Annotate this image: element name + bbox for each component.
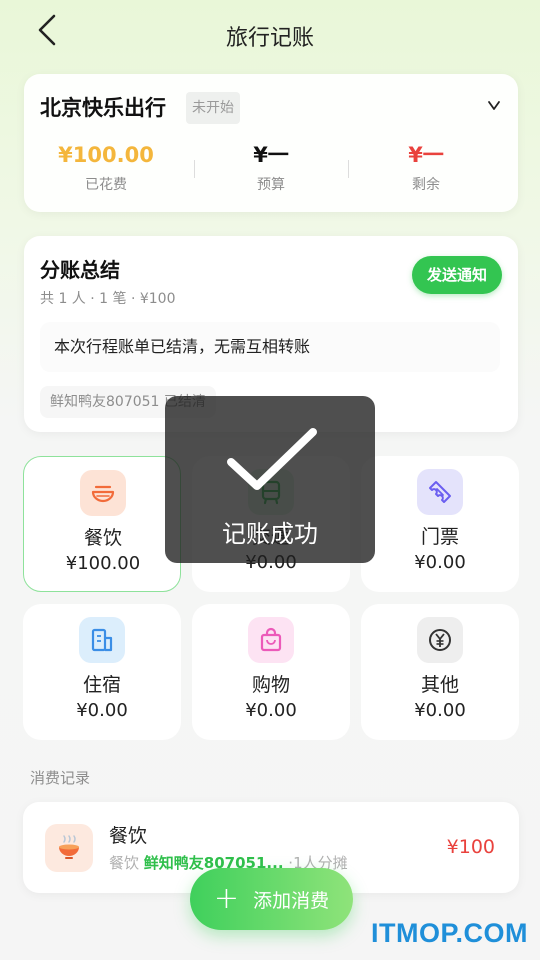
category-name: 住宿 bbox=[82, 674, 121, 696]
settlement-subtitle: 共 1 人 · 1 笔 · ¥100 bbox=[40, 291, 176, 307]
noodle-bowl-icon bbox=[91, 485, 115, 503]
category-amount: ¥100.00 bbox=[65, 553, 141, 574]
building-icon bbox=[91, 628, 113, 652]
records-section-label: 消费记录 bbox=[30, 769, 91, 787]
category-tile-other[interactable]: 其他 ¥0.00 bbox=[361, 604, 519, 740]
record-category: 餐饮 bbox=[109, 854, 140, 872]
record-amount: ¥100 bbox=[446, 836, 495, 858]
category-icon-bg bbox=[248, 617, 294, 663]
category-name: 门票 bbox=[420, 526, 459, 548]
stat-budget: ¥一 预算 bbox=[191, 140, 351, 194]
shopping-bag-icon bbox=[260, 627, 282, 652]
record-category-icon bbox=[45, 824, 93, 872]
category-tile-hotel[interactable]: 住宿 ¥0.00 bbox=[23, 604, 181, 740]
category-name: 其他 bbox=[420, 674, 459, 696]
settlement-title: 分账总结 bbox=[40, 258, 120, 282]
send-notification-button[interactable]: 发送通知 bbox=[412, 256, 502, 294]
site-watermark: ITMOP.COM bbox=[370, 918, 528, 948]
add-expense-button[interactable]: + 添加消费 bbox=[190, 868, 353, 930]
trip-status-badge: 未开始 bbox=[186, 92, 240, 124]
plus-icon: + bbox=[213, 881, 240, 916]
stat-budget-value: ¥一 bbox=[253, 143, 289, 167]
category-tile-food[interactable]: 餐饮 ¥100.00 bbox=[23, 456, 181, 592]
category-amount: ¥0.00 bbox=[76, 700, 128, 721]
category-name: 购物 bbox=[251, 674, 290, 696]
yen-coin-icon bbox=[429, 629, 451, 651]
category-icon-bg bbox=[79, 617, 125, 663]
category-icon-bg bbox=[417, 617, 463, 663]
record-title: 餐饮 bbox=[109, 825, 148, 847]
checkmark-icon bbox=[227, 428, 317, 490]
category-name: 餐饮 bbox=[83, 527, 122, 549]
category-amount: ¥0.00 bbox=[414, 700, 466, 721]
category-icon-bg bbox=[417, 469, 463, 515]
settlement-message: 本次行程账单已结清，无需互相转账 bbox=[40, 322, 500, 372]
toast-message: 记账成功 bbox=[222, 520, 318, 548]
page-title: 旅行记账 bbox=[225, 26, 314, 51]
trip-name: 北京快乐出行 bbox=[40, 96, 166, 120]
chevron-down-icon[interactable] bbox=[486, 98, 502, 112]
add-expense-label: 添加消费 bbox=[253, 889, 330, 912]
noodle-bowl-icon bbox=[59, 835, 79, 859]
trip-summary-card[interactable]: 北京快乐出行 未开始 ¥100.00 已花费 ¥一 预算 ¥一 剩余 bbox=[24, 74, 518, 212]
stat-spent-value: ¥100.00 bbox=[58, 143, 154, 167]
ticket-icon bbox=[429, 481, 451, 503]
success-toast: 记账成功 bbox=[165, 396, 375, 563]
category-amount: ¥0.00 bbox=[245, 700, 297, 721]
stat-spent-label: 已花费 bbox=[85, 177, 127, 193]
stat-remaining-value: ¥一 bbox=[408, 143, 444, 167]
stat-budget-label: 预算 bbox=[257, 177, 285, 193]
stat-spent: ¥100.00 已花费 bbox=[26, 140, 186, 194]
category-amount: ¥0.00 bbox=[414, 552, 466, 573]
category-tile-ticket[interactable]: 门票 ¥0.00 bbox=[361, 456, 519, 592]
category-icon-bg bbox=[80, 470, 126, 516]
category-tile-shopping[interactable]: 购物 ¥0.00 bbox=[192, 604, 350, 740]
stat-remaining-label: 剩余 bbox=[412, 177, 440, 193]
stat-remaining: ¥一 剩余 bbox=[346, 140, 506, 194]
